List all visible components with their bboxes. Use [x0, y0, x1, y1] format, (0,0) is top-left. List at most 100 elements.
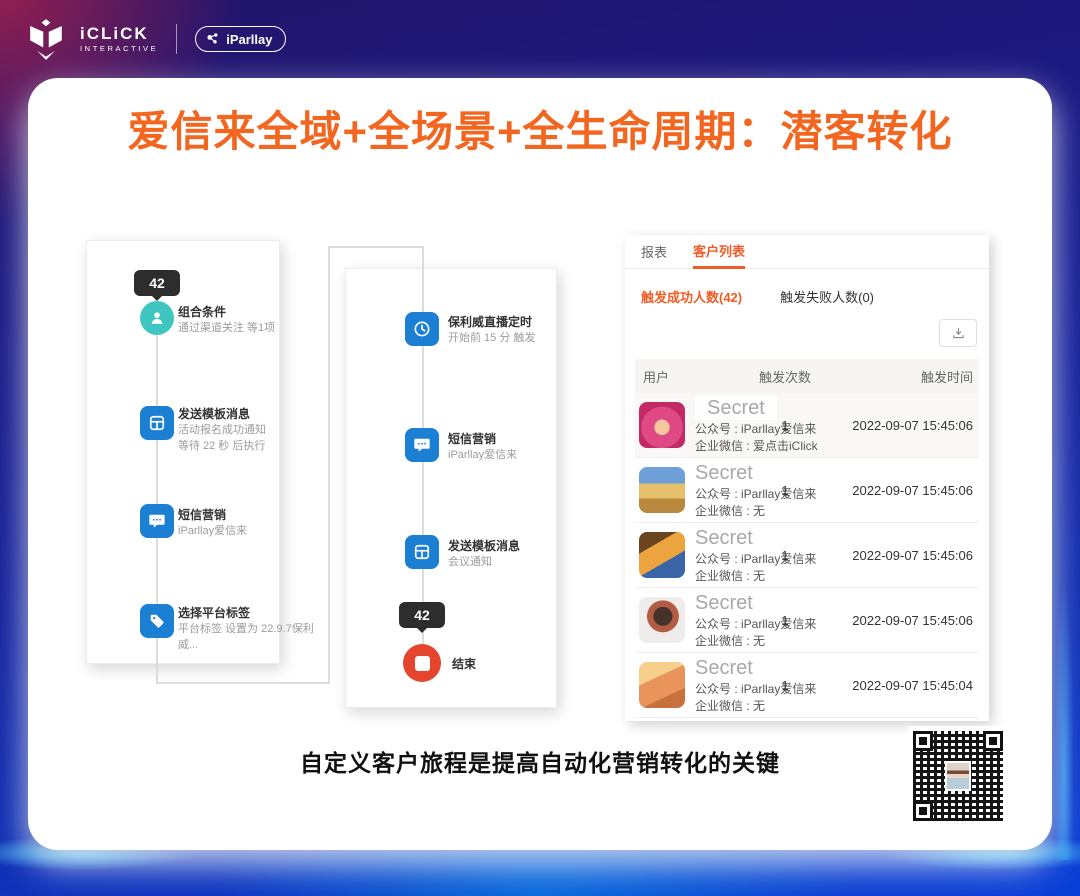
step-subtitle: 活动报名成功通知 — [178, 423, 266, 436]
avatar — [639, 532, 685, 578]
avatar — [639, 402, 685, 448]
user-account: 公众号 : iParllay爱信来 — [695, 552, 817, 567]
download-icon — [952, 327, 964, 338]
qr-pattern — [913, 731, 1003, 821]
header-trigger-count: 触发次数 — [758, 369, 811, 385]
table-row[interactable]: Secret 公众号 : iParllay爱信来 企业微信 : 无 1 2022… — [635, 588, 979, 653]
step-subtitle: 平台标签 设置为 22.9.7保利威... — [178, 622, 314, 651]
step-title: 保利威直播定时 — [448, 315, 533, 329]
panel-tabs: 报表 客户列表 — [625, 235, 989, 269]
tag-icon — [150, 614, 164, 628]
step-subtitle: 会议通知 — [448, 555, 492, 568]
iparllay-logo-icon — [207, 33, 218, 44]
iparllay-logo-text: iParllay — [226, 31, 273, 47]
step-title: 短信营销 — [448, 432, 497, 446]
trigger-time: 2022-09-07 15:45:04 — [852, 677, 973, 693]
user-wecom: 企业微信 : 爱点击iClick — [695, 438, 818, 453]
table-row[interactable]: Secret 公众号 : iParllay爱信来 企业微信 : 无 1 2022… — [635, 458, 979, 523]
trigger-count: 1 — [781, 417, 789, 433]
flow-line — [328, 246, 424, 248]
user-name: Secret — [695, 527, 753, 550]
user-wecom: 企业微信 : 无 — [695, 633, 766, 648]
chat-bubble-icon — [149, 514, 165, 528]
flow-line — [328, 246, 330, 684]
trigger-time: 2022-09-07 15:45:06 — [852, 482, 973, 498]
node-live-timer[interactable] — [405, 312, 439, 346]
template-icon — [414, 544, 430, 560]
trigger-time: 2022-09-07 15:45:06 — [852, 547, 973, 563]
avatar — [639, 467, 685, 513]
tab-customer-list[interactable]: 客户列表 — [693, 235, 746, 269]
user-name: Secret — [695, 657, 753, 680]
content-card: 爱信来全域+全场景+全生命周期：潜客转化 42 组合条件 通过渠道关注 等1项 — [28, 78, 1052, 850]
avatar — [639, 597, 685, 643]
step-subtitle: 通过渠道关注 等1项 — [178, 321, 276, 334]
chat-bubble-icon — [414, 438, 430, 452]
qr-finder-icon — [913, 731, 933, 751]
template-icon — [149, 415, 165, 431]
step-subtitle: iParllay爱信来 — [448, 448, 518, 461]
iclick-logo-icon — [30, 19, 62, 61]
step-subtitle: 开始前 15 分 触发 — [448, 331, 536, 344]
trigger-count: 1 — [781, 612, 789, 628]
user-account: 公众号 : iParllay爱信来 — [695, 682, 817, 697]
stop-icon — [414, 655, 430, 671]
user-account: 公众号 : iParllay爱信来 — [695, 487, 817, 502]
export-button[interactable] — [939, 319, 977, 347]
node-template-message[interactable] — [140, 406, 174, 440]
trigger-stats: 触发成功人数(42) 触发失败人数(0) — [625, 287, 989, 306]
step-subtitle: 等待 22 秒 后执行 — [178, 439, 266, 452]
trigger-count: 1 — [781, 677, 789, 693]
customer-list-panel: 报表 客户列表 触发成功人数(42) 触发失败人数(0) 用户 触发次数 触发时… — [625, 235, 989, 721]
qr-finder-icon — [983, 731, 1003, 751]
slide-background: iCLiCK INTERACTIVE iParllay 爱信来全域+全场景+全生… — [0, 0, 1080, 896]
trigger-fail-count[interactable]: 触发失败人数(0) — [780, 287, 874, 306]
step-title: 发送模板消息 — [178, 407, 251, 421]
table-row[interactable]: Secret 公众号 : iParllay爱信来 企业微信 : 爱点击iClic… — [635, 393, 979, 458]
user-account: 公众号 : iParllay爱信来 — [695, 617, 817, 632]
step-title: 结束 — [452, 657, 477, 671]
user-wecom: 企业微信 : 无 — [695, 503, 766, 518]
iparllay-logo: iParllay — [195, 26, 287, 52]
tab-report[interactable]: 报表 — [641, 235, 667, 269]
user-icon — [151, 312, 163, 324]
qr-center-photo — [945, 761, 971, 791]
header-user: 用户 — [643, 369, 670, 385]
trigger-count: 1 — [781, 547, 789, 563]
table-row[interactable]: Secret 公众号 : iParllay爱信来 企业微信 : 无 1 2022… — [635, 653, 979, 718]
cyan-glow-streak — [1054, 580, 1074, 860]
user-name: Secret — [695, 462, 753, 485]
node-combined-condition[interactable] — [140, 301, 174, 335]
qr-code — [908, 726, 1008, 826]
user-wecom: 企业微信 : 无 — [695, 568, 766, 583]
node-platform-tag[interactable] — [140, 604, 174, 638]
table-header: 用户 触发次数 触发时间 — [635, 359, 979, 393]
step-title: 组合条件 — [178, 305, 227, 319]
slide-caption: 自定义客户旅程是提高自动化营销转化的关键 — [300, 750, 780, 776]
flow-line — [156, 682, 330, 684]
user-wecom: 企业微信 : 无 — [695, 698, 766, 713]
node-end[interactable] — [403, 644, 441, 682]
trigger-time: 2022-09-07 15:45:06 — [852, 417, 973, 433]
iclick-logo-text: iCLiCK INTERACTIVE — [80, 24, 159, 54]
step-title: 选择平台标签 — [178, 606, 251, 620]
node-sms-marketing[interactable] — [140, 504, 174, 538]
step-title: 短信营销 — [178, 508, 227, 522]
node-template-message-2[interactable] — [405, 535, 439, 569]
table-row[interactable]: Secret 公众号 : iParllay爱信来 企业微信 : 无 1 2022… — [635, 523, 979, 588]
step-title: 发送模板消息 — [448, 539, 521, 553]
qr-finder-icon — [913, 801, 933, 821]
trigger-time: 2022-09-07 15:45:06 — [852, 612, 973, 628]
header-trigger-time: 触发时间 — [920, 369, 973, 385]
page-title: 爱信来全域+全场景+全生命周期：潜客转化 — [127, 108, 953, 155]
top-brand-bar: iCLiCK INTERACTIVE iParllay — [0, 0, 1080, 78]
avatar — [639, 662, 685, 708]
trigger-count: 1 — [781, 482, 789, 498]
customer-table: 用户 触发次数 触发时间 Secret 公众号 : iParllay爱信来 企业… — [635, 359, 979, 718]
logo-divider — [176, 24, 178, 54]
end-count-badge: 42 — [399, 602, 445, 628]
user-name: Secret — [695, 592, 753, 615]
node-sms-marketing-2[interactable] — [405, 428, 439, 462]
entry-count-badge: 42 — [134, 270, 180, 296]
trigger-success-count[interactable]: 触发成功人数(42) — [641, 287, 742, 306]
